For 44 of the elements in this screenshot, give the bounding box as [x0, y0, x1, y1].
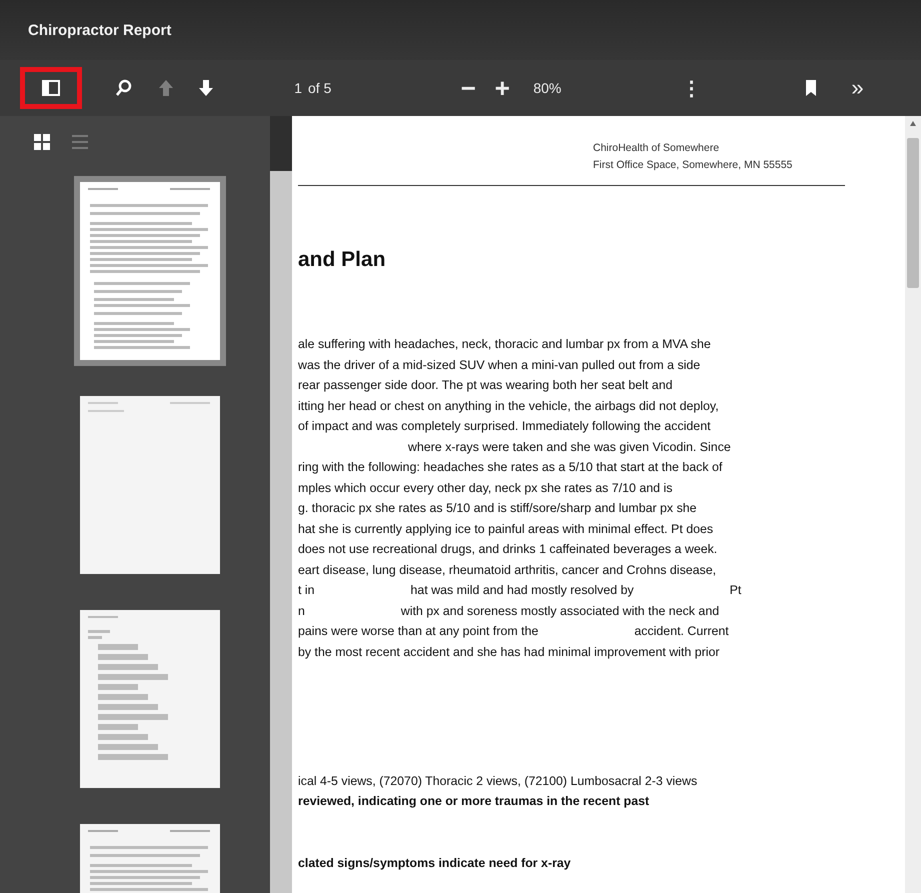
report-text: reviewed, indicating one or more traumas in the recent past	[298, 794, 650, 808]
report-text: eart disease, lung disease, rheumatoid arthritis, cancer and Crohns disease,	[298, 562, 716, 577]
report-text: with px and soreness mostly associated with the neck and	[400, 604, 720, 618]
report-text: does not use recreational drugs, and drinks 1 caffeinated beverages a week.	[298, 542, 718, 556]
zoom-out-button[interactable]: −	[451, 72, 486, 104]
report-text: of impact and was completely surprised. Immediately following the accident	[298, 419, 711, 434]
report-text: n	[298, 604, 305, 618]
letterhead-line: First Office Space, Somewhere, MN 55555	[593, 159, 794, 171]
page-thumbnail[interactable]	[74, 176, 226, 366]
zoom-level: 80%	[533, 80, 562, 96]
report-text: ring with the following: headaches she rates as a 5/10 that start at the back of	[298, 460, 722, 474]
scroll-thumb[interactable]	[907, 138, 919, 288]
report-text: ical 4-5 views, (72070) Thoracic 2 views, (72100) Lumbosacral 2-3 views	[298, 774, 698, 788]
report-text: by the most recent accident and she has had minimal improvement with prior	[298, 644, 720, 659]
report-text: hat was mild and had mostly resolved by	[410, 583, 634, 598]
report-text: ale suffering with headaches, neck, thoracic and lumbar px from a MVA she	[298, 337, 711, 352]
letterhead-line: ChiroHealth of Somewhere	[593, 142, 720, 154]
section-heading: and Plan	[298, 248, 387, 272]
search-button[interactable]	[114, 78, 134, 98]
scroll-up-icon[interactable]	[909, 120, 917, 128]
grid-view-button[interactable]	[32, 132, 52, 152]
report-text: pains were worse than at any point from the	[298, 624, 538, 638]
report-text: rear passenger side door. The pt was wearing both her seat belt and	[298, 378, 672, 392]
next-page-button[interactable]	[196, 78, 216, 98]
zoom-in-button[interactable]: +	[485, 72, 520, 104]
more-button[interactable]: ⋮	[681, 76, 702, 100]
list-icon	[70, 132, 90, 152]
report-text: clated signs/symptoms indicate need for x-ray	[298, 856, 572, 870]
page-number-field[interactable]: 1	[276, 80, 302, 96]
page-count: of 5	[308, 80, 332, 96]
report-text: mples which occur every other day, neck px she rates as 7/10 and is	[298, 480, 672, 495]
sidebar-toggle-button[interactable]	[20, 67, 82, 109]
report-text: g. thoracic px she rates as 5/10 and is stiff/sore/sharp and lumbar px she	[298, 501, 697, 516]
report-text: was the driver of a mid-sized SUV when a mini-van pulled out from a side	[298, 358, 700, 372]
grid-icon	[32, 132, 52, 152]
report-text: Pt	[730, 583, 742, 598]
report-text: accident. Current	[634, 624, 729, 638]
more-tools-button[interactable]: »	[851, 75, 864, 101]
report-text: itting her head or chest on anything in the vehicle, the airbags did not deploy,	[298, 398, 719, 413]
sidebar-icon	[41, 78, 61, 98]
report-text: where x-rays were taken and she was given Vicodin. Since	[408, 440, 731, 454]
window-title: Chiropractor Report	[28, 22, 172, 38]
report-text: t in	[298, 583, 315, 598]
report-text: hat she is currently applying ice to painful areas with minimal effect. Pt does	[298, 522, 714, 536]
